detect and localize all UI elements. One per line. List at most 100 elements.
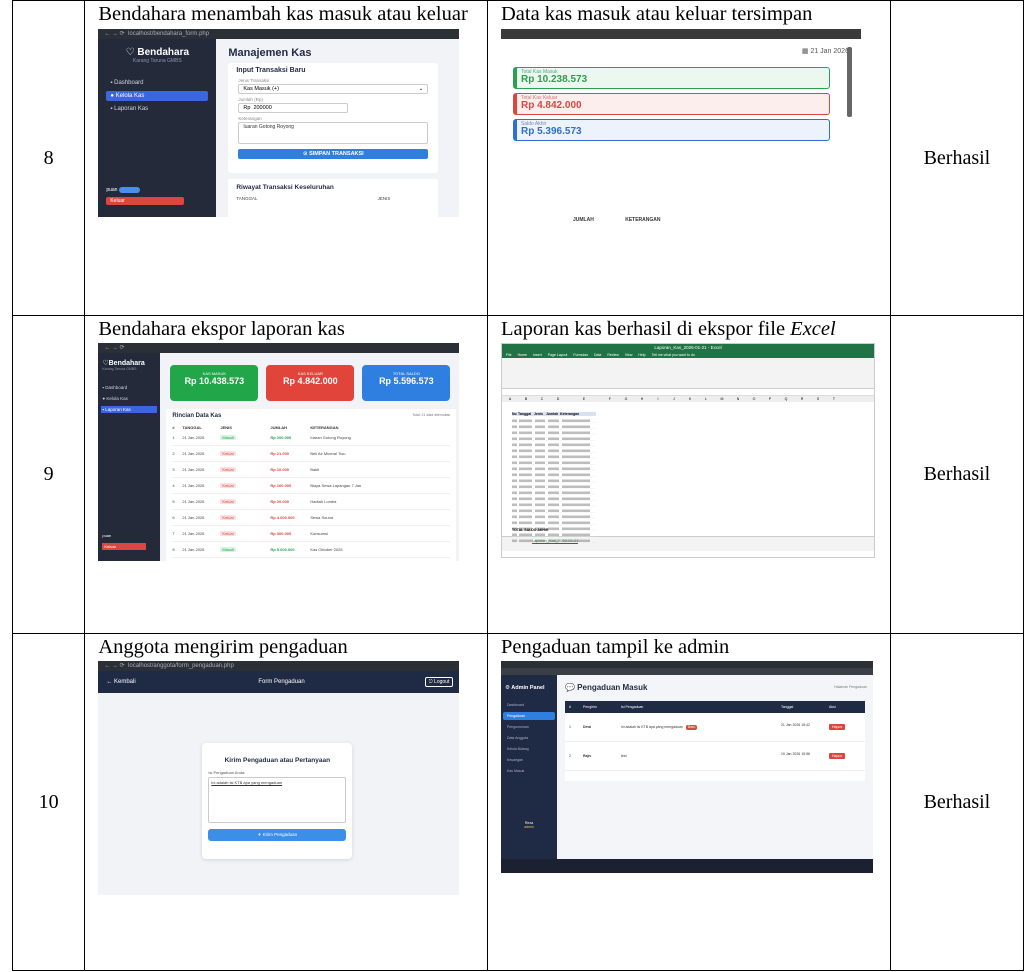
browser-address-bar: ← → ⟳ localhost/anggota/form_pengaduan.p… xyxy=(98,661,460,671)
sidebar-item-laporan-kas[interactable]: ▪ Laporan Kas xyxy=(106,104,208,114)
browser-address-bar: ← → ⟳ localhost/bendahara_form.php xyxy=(98,29,460,39)
summary-card-masuk: Total Kas Masuk Rp 10.238.573 xyxy=(512,67,830,89)
back-link[interactable]: ← Kembali xyxy=(106,679,135,685)
sidebar-brand-sub: Karang Taruna GMBS xyxy=(132,58,182,64)
logout-button[interactable]: Keluar xyxy=(106,197,185,205)
card-title: Kirim Pengaduan atau Pertanyaan xyxy=(224,757,331,764)
cell-jenis: Keluar xyxy=(220,526,270,541)
jenis-select[interactable]: Kas Masuk (+) ⌄ xyxy=(238,84,429,94)
cell-jumlah: Rp 4.000.000 xyxy=(270,515,295,520)
sidebar-item[interactable]: Dashboard xyxy=(503,701,555,709)
sidebar-item-kelola-kas[interactable]: ● Kelola Kas xyxy=(102,396,156,401)
sidebar-item-laporan-kas[interactable]: ▪ Laporan Kas xyxy=(101,406,158,413)
cell-tgl: 21 Jan 2026 xyxy=(182,483,205,488)
stat-card-saldo: TOTAL SALDO Rp 5.596.573 xyxy=(362,365,451,401)
cell-no: 1 xyxy=(172,435,175,440)
sidebar-item[interactable]: Pengaduan xyxy=(502,712,555,720)
table-row: 1 Dewi ini adalah isi KTB apa yang mengadu… xyxy=(564,713,865,742)
ribbon-tab[interactable]: Data xyxy=(594,353,601,357)
jenis-label: Jenis Transaksi xyxy=(238,78,270,83)
ribbon-tab[interactable]: Help xyxy=(638,353,645,357)
sidebar-item[interactable]: Keuangan xyxy=(503,756,555,764)
cell-jenis: Keluar xyxy=(220,510,270,525)
ribbon-tab[interactable]: Insert xyxy=(533,353,542,357)
page-title: Manajemen Kas xyxy=(228,47,312,59)
header-title: Form Pengaduan xyxy=(258,679,305,685)
scenario-caption: Anggota mengirim pengaduan xyxy=(98,636,348,658)
scenario-caption: Bendahara ekspor laporan kas xyxy=(98,318,345,340)
cell-aksi[interactable]: Hapus xyxy=(828,724,846,730)
sheet-data-row xyxy=(511,473,596,477)
simpan-transaksi-button[interactable]: ⊙ SIMPAN TRANSAKSI xyxy=(238,149,429,159)
excel-ribbon xyxy=(501,358,874,389)
jenis-badge: Keluar xyxy=(220,499,236,504)
ribbon-tab[interactable]: File xyxy=(506,353,512,357)
ribbon-tab[interactable]: Home xyxy=(518,353,527,357)
sheet-data-row xyxy=(511,539,596,543)
result-cell: Berhasil xyxy=(889,0,1025,316)
expected-cell: Laporan kas berhasil di ekspor file Exce… xyxy=(486,315,891,634)
excel-title-bar: Laporan_Kas_2026-01-21 - Excel xyxy=(501,344,874,352)
summary-card-saldo: Saldo Akhir Rp 5.396.573 xyxy=(512,119,830,141)
sidebar-item-kelola-kas[interactable]: ● Kelola Kas xyxy=(106,91,209,101)
browser-tabs-bar xyxy=(500,661,873,668)
ribbon-tab[interactable]: Review xyxy=(607,353,618,357)
ribbon-tab[interactable]: Tell me what you want to do xyxy=(652,353,695,357)
admin-sidebar: ⚙ Admin Panel Dashboard Pengaduan Pengumum… xyxy=(500,675,557,859)
pengaduan-form-screenshot: ← → ⟳ localhost/anggota/form_pengaduan.p… xyxy=(98,661,460,895)
sidebar-item[interactable]: Data Anggota xyxy=(503,734,555,742)
sidebar-item[interactable]: Kas Masuk xyxy=(503,767,555,775)
sheet-data-row xyxy=(511,449,596,453)
sheet-data-row xyxy=(511,485,596,489)
card-value: Rp 10.238.573 xyxy=(520,74,588,85)
window-topbar xyxy=(500,29,861,39)
sheet-data-row xyxy=(511,455,596,459)
jenis-badge: Keluar xyxy=(220,515,236,520)
table-row: 3 21 Jan 2026 Keluar Rp 10.000 Bakti xyxy=(172,462,451,478)
sheet-data-row xyxy=(511,461,596,465)
logout-button[interactable]: ⎋ Logout xyxy=(424,677,454,687)
card-value: Rp 5.596.573 xyxy=(379,376,434,386)
ribbon-tab[interactable]: Formulas xyxy=(573,353,588,357)
scenario-cell: Anggota mengirim pengaduan ← → ⟳ localho… xyxy=(84,633,488,971)
scenario-cell: Bendahara ekspor laporan kas ← → ⟳ ♡Bend… xyxy=(84,315,488,634)
formula-bar[interactable] xyxy=(501,389,874,396)
sheet-data-row xyxy=(511,437,596,441)
keterangan-input[interactable]: Iuaran Gotong Royong xyxy=(238,122,429,144)
table-row: 1 21 Jan 2026 Masuk Rp 200.000 Iuaran Gotong… xyxy=(172,430,451,446)
summary-card-keluar: Total Kas Keluar Rp 4.842.000 xyxy=(512,93,830,115)
sidebar-item-dashboard[interactable]: ▪ Dashboard xyxy=(102,385,156,390)
date-label: ▦ 21 Jan 2026 xyxy=(801,48,849,55)
sidebar-item-dashboard[interactable]: ▪ Dashboard xyxy=(106,78,208,88)
expected-cell: Pengaduan tampil ke admin ⚙ Admin Panel … xyxy=(486,633,891,971)
pengaduan-card: Kirim Pengaduan atau Pertanyaan Isi Peng… xyxy=(202,743,353,859)
sidebar-item[interactable]: Pengumuman xyxy=(503,723,555,731)
keterangan-label: Keterangan xyxy=(238,116,262,121)
sheet-grid: NoTanggal Jenis Jumlah Keterangan TOTAL SAL… xyxy=(502,402,874,543)
sidebar-brand: ♡ Bendahara xyxy=(125,47,190,58)
kas-form-screenshot: ← → ⟳ localhost/bendahara_form.php ♡ Ben… xyxy=(98,29,460,217)
ribbon-tab[interactable]: Page Layout xyxy=(548,353,568,357)
scrollbar[interactable] xyxy=(846,47,852,117)
pengaduan-textarea[interactable]: ini adalah isi KTB apa yang mengaduan xyxy=(208,777,347,823)
sidebar-item[interactable]: Kelola Bidang xyxy=(503,745,555,753)
sheet-data-row xyxy=(511,503,596,507)
cell-jumlah: Rp 300.000 xyxy=(270,531,292,536)
sidebar: ♡Bendahara Karang Taruna GMBS ▪ Dashboar… xyxy=(98,353,161,561)
jumlah-input[interactable]: Rp 200000 xyxy=(238,103,349,113)
cell-aksi[interactable]: Hapus xyxy=(828,753,846,759)
ribbon-tab[interactable]: View xyxy=(625,353,633,357)
cell-isi: ini adalah isi KTB apa yang mengaduan xyxy=(620,725,683,729)
card-value: Rp 4.842.000 xyxy=(283,376,338,386)
cell-jenis: Keluar xyxy=(220,446,270,461)
kas-summary-screenshot: ▦ 21 Jan 2026 Total Kas Masuk Rp 10.238.… xyxy=(500,29,861,229)
sheet-data-row xyxy=(511,431,596,435)
cell-tgl: 21 Jan 2026 xyxy=(182,499,205,504)
kirim-pengaduan-button[interactable]: ✈ Kirim Pengaduan xyxy=(208,829,347,841)
sheet-data-row xyxy=(511,479,596,483)
cell-no: 1 xyxy=(568,725,571,729)
laporan-screenshot: ← → ⟳ ♡Bendahara Karang Taruna GMBS ▪ Da… xyxy=(98,343,460,561)
logout-button[interactable]: Keluar xyxy=(102,543,147,550)
cell-ket: Kas Oktober 2025 xyxy=(310,547,343,552)
scenario-caption: Bendahara menambah kas masuk atau keluar xyxy=(98,3,468,25)
